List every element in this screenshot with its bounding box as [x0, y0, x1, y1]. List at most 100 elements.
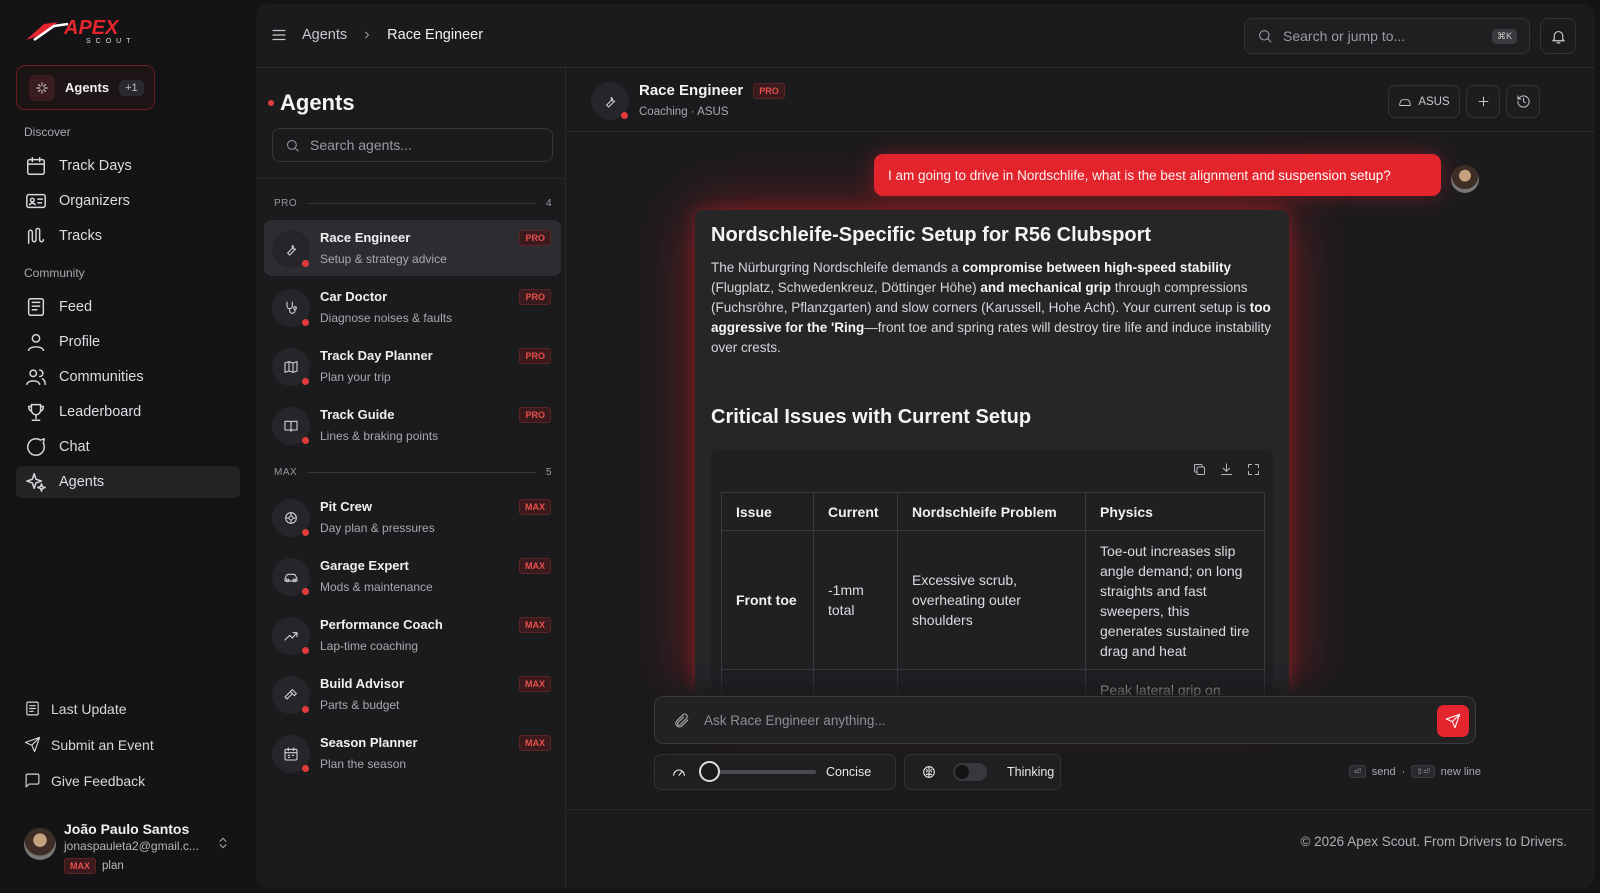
- table-cell: Front toe: [721, 530, 814, 670]
- user-plan: MAX plan: [64, 858, 124, 874]
- response-section-title: Critical Issues with Current Setup: [711, 406, 1032, 428]
- plan-badge: PRO: [519, 348, 551, 364]
- table-header: Physics: [1085, 492, 1265, 531]
- copy-icon[interactable]: [1192, 462, 1207, 477]
- message-composer[interactable]: Ask Race Engineer anything...: [654, 696, 1476, 744]
- nav-submit-event[interactable]: Submit an Event: [24, 736, 244, 753]
- thinking-control[interactable]: Thinking: [904, 754, 1061, 790]
- nav-item-agents[interactable]: Agents: [16, 466, 240, 498]
- agent-garage-expert[interactable]: Garage Expert Mods & maintenance MAX: [264, 548, 561, 604]
- shift-enter-key-icon: ⇧⏎: [1411, 765, 1435, 778]
- nav-item-feed[interactable]: Feed: [16, 291, 240, 323]
- agent-track-guide[interactable]: Track Guide Lines & braking points PRO: [264, 397, 561, 453]
- expand-icon[interactable]: [1246, 462, 1261, 477]
- toggle-knob: [955, 765, 969, 779]
- nav-item-organizers[interactable]: Organizers: [16, 185, 240, 217]
- table-header: Issue: [721, 492, 814, 531]
- verbosity-slider[interactable]: [699, 761, 816, 782]
- verbosity-control[interactable]: Concise: [654, 754, 896, 790]
- brain-icon: [923, 766, 935, 778]
- setup-issues-table: Issue Current Nordschleife Problem Physi…: [721, 492, 1265, 700]
- chat-header: Race Engineer PRO Coaching · ASUS ASUS: [567, 68, 1595, 132]
- nav-label: Leaderboard: [59, 404, 142, 420]
- agent-name: Build Advisor: [320, 676, 405, 691]
- nav-item-profile[interactable]: Profile: [16, 326, 240, 358]
- chat-agent-title: Race Engineer PRO: [639, 82, 785, 99]
- track-icon: [27, 227, 45, 245]
- agent-car-doctor[interactable]: Car Doctor Diagnose noises & faults PRO: [264, 279, 561, 335]
- user-icon: [27, 333, 45, 351]
- new-chat-button[interactable]: [1466, 85, 1500, 118]
- table-cell: -1mm total: [813, 530, 898, 670]
- verbosity-label: Concise: [826, 765, 872, 779]
- notifications-button[interactable]: [1540, 18, 1576, 54]
- agent-season-planner[interactable]: Season Planner Plan the season MAX: [264, 725, 561, 781]
- agent-desc: Lines & braking points: [320, 429, 439, 443]
- thinking-toggle[interactable]: [953, 763, 987, 781]
- trend-up-icon: [284, 632, 298, 641]
- group-name: MAX: [274, 467, 298, 478]
- group-header-max: MAX 5: [274, 467, 552, 478]
- agents-pill-label: Agents: [65, 80, 110, 95]
- user-message-bubble: I am going to drive in Nordschlife, what…: [874, 154, 1441, 196]
- history-button[interactable]: [1506, 85, 1540, 118]
- calendar-icon: [284, 747, 298, 761]
- agents-switcher[interactable]: Agents +1: [16, 65, 155, 110]
- agent-pit-crew[interactable]: Pit Crew Day plan & pressures MAX: [264, 489, 561, 545]
- nav-last-update[interactable]: Last Update: [24, 700, 244, 717]
- agent-desc: Plan your trip: [320, 370, 391, 384]
- status-dot: [268, 100, 274, 106]
- nav-give-feedback[interactable]: Give Feedback: [24, 772, 244, 789]
- agent-avatar: [272, 735, 310, 773]
- nav-item-track-days[interactable]: Track Days: [16, 150, 240, 182]
- sparkles-icon: [29, 74, 55, 101]
- agents-search-input[interactable]: Search agents...: [272, 128, 553, 162]
- send-icon: [1445, 713, 1461, 729]
- svg-text:APEX: APEX: [63, 17, 120, 39]
- agent-performance-coach[interactable]: Performance Coach Lap-time coaching MAX: [264, 607, 561, 663]
- slider-knob[interactable]: [699, 761, 720, 782]
- breadcrumb-current: Race Engineer: [387, 27, 484, 43]
- group-name: PRO: [274, 198, 298, 209]
- left-sidebar: APEX SCOUT Agents +1 Discover Track Days…: [0, 0, 256, 893]
- agent-desc: Lap-time coaching: [320, 639, 419, 653]
- breadcrumb-agents[interactable]: Agents: [302, 27, 347, 43]
- hint-newline: new line: [1440, 765, 1481, 778]
- group-header-pro: PRO 4: [274, 198, 552, 209]
- user-menu[interactable]: João Paulo Santos jonaspauleta2@gmail.c.…: [24, 818, 239, 878]
- users-icon: [26, 369, 46, 386]
- nav-bottom-label: Last Update: [51, 700, 127, 717]
- calendar-icon: [27, 157, 45, 175]
- agent-avatar: [272, 348, 310, 386]
- download-icon[interactable]: [1219, 462, 1234, 477]
- apex-scout-logo[interactable]: APEX SCOUT: [24, 14, 150, 46]
- menu-icon[interactable]: [270, 26, 288, 44]
- car-selector-button[interactable]: ASUS: [1388, 85, 1460, 118]
- chat-agent-name: Race Engineer: [639, 82, 744, 99]
- plan-badge: PRO: [519, 230, 551, 246]
- send-icon: [24, 736, 41, 753]
- nav-label: Tracks: [59, 228, 102, 244]
- nav-label: Agents: [59, 474, 105, 490]
- agent-avatar: [591, 82, 629, 120]
- agent-race-engineer[interactable]: Race Engineer Setup & strategy advice PR…: [264, 220, 561, 276]
- nav-item-tracks[interactable]: Tracks: [16, 220, 240, 252]
- agent-avatar: [272, 499, 310, 537]
- nav-item-communities[interactable]: Communities: [16, 361, 240, 393]
- nav-item-chat[interactable]: Chat: [16, 431, 240, 463]
- divider: [307, 203, 536, 204]
- send-button[interactable]: [1437, 705, 1469, 737]
- agent-track-day-planner[interactable]: Track Day Planner Plan your trip PRO: [264, 338, 561, 394]
- trophy-icon: [27, 403, 45, 421]
- plan-badge: MAX: [519, 617, 551, 633]
- chat-agent-subtitle: Coaching · ASUS: [639, 106, 729, 118]
- stethoscope-icon: [286, 301, 297, 314]
- agent-build-advisor[interactable]: Build Advisor Parts & budget MAX: [264, 666, 561, 722]
- top-bar: Agents Race Engineer Search or jump to..…: [256, 4, 1595, 68]
- paperclip-icon[interactable]: [673, 712, 690, 729]
- global-search[interactable]: Search or jump to... ⌘K: [1244, 18, 1530, 54]
- agent-name: Car Doctor: [320, 289, 388, 304]
- search-icon: [287, 139, 299, 152]
- nav-item-leaderboard[interactable]: Leaderboard: [16, 396, 240, 428]
- agent-desc: Day plan & pressures: [320, 521, 435, 535]
